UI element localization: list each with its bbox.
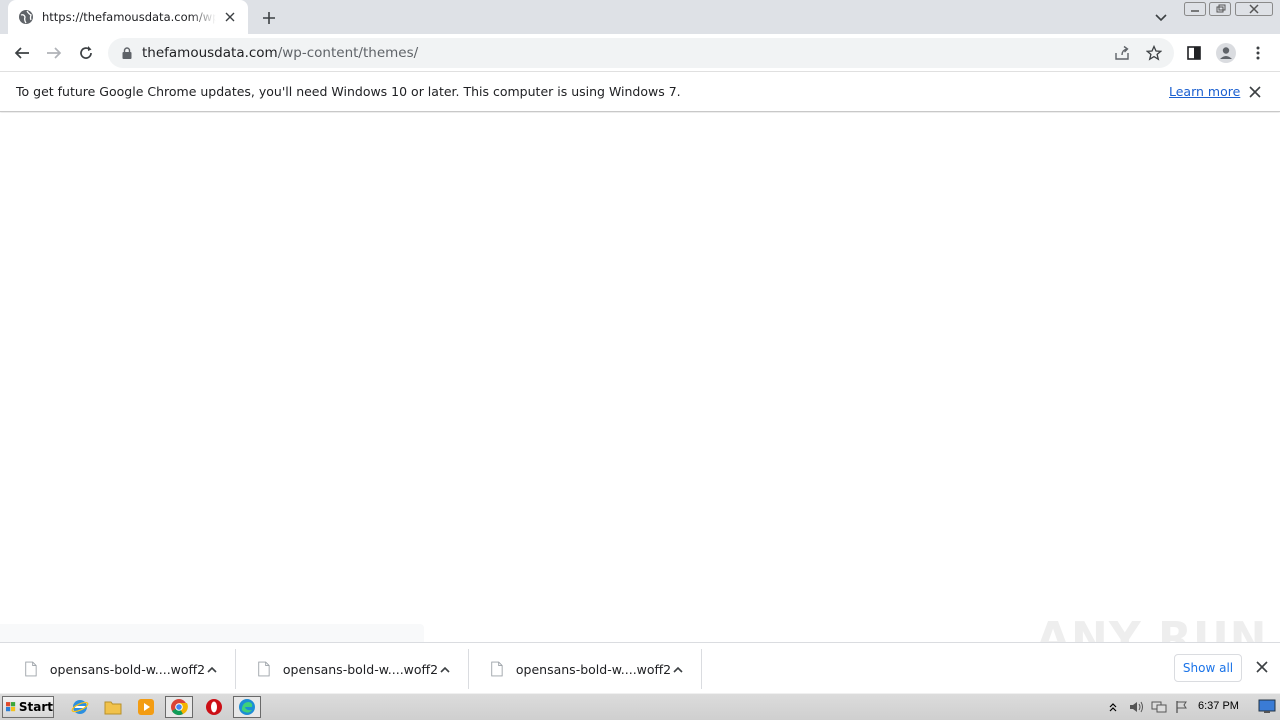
download-item[interactable]: opensans-bold-w....woff2 bbox=[470, 649, 702, 689]
download-item[interactable]: opensans-bold-w....woff2 bbox=[4, 649, 236, 689]
download-filename: opensans-bold-w....woff2 bbox=[282, 661, 439, 677]
address-bar[interactable]: thefamousdata.com/wp-content/themes/ bbox=[108, 38, 1174, 68]
window-close-button[interactable] bbox=[1234, 0, 1274, 18]
download-item[interactable]: opensans-bold-w....woff2 bbox=[237, 649, 469, 689]
opera-icon[interactable] bbox=[200, 696, 228, 718]
window-minimize-button[interactable] bbox=[1183, 0, 1207, 18]
chevron-up-icon[interactable] bbox=[438, 661, 452, 677]
back-button[interactable] bbox=[7, 38, 37, 68]
side-panel-icon[interactable] bbox=[1179, 38, 1209, 68]
browser-toolbar: thefamousdata.com/wp-content/themes/ bbox=[0, 34, 1280, 72]
show-desktop-icon[interactable] bbox=[1258, 698, 1276, 714]
chevron-up-icon[interactable] bbox=[671, 661, 685, 677]
action-center-flag-icon[interactable] bbox=[1173, 699, 1191, 715]
page-content bbox=[0, 113, 1280, 642]
update-infobar: To get future Google Chrome updates, you… bbox=[0, 72, 1280, 112]
tab-strip: https://thefamousdata.com/wp-content/the… bbox=[0, 0, 1280, 34]
internet-explorer-icon[interactable] bbox=[66, 696, 94, 718]
download-filename: opensans-bold-w....woff2 bbox=[515, 661, 672, 677]
file-icon bbox=[25, 661, 37, 677]
file-icon bbox=[491, 661, 503, 677]
tab-title: https://thefamousdata.com/wp-content/the… bbox=[42, 10, 216, 24]
bookmark-star-icon[interactable] bbox=[1142, 41, 1166, 65]
start-label: Start bbox=[18, 700, 53, 714]
download-filename: opensans-bold-w....woff2 bbox=[49, 661, 206, 677]
show-hidden-icons-icon[interactable] bbox=[1104, 699, 1122, 715]
show-all-button[interactable]: Show all bbox=[1174, 654, 1242, 682]
lock-icon[interactable] bbox=[120, 46, 134, 60]
chevron-up-icon[interactable] bbox=[205, 661, 219, 677]
menu-kebab-icon[interactable] bbox=[1243, 38, 1273, 68]
infobar-message: To get future Google Chrome updates, you… bbox=[16, 84, 681, 99]
window-restore-button[interactable] bbox=[1208, 0, 1232, 18]
globe-icon bbox=[19, 10, 33, 24]
infobar-close-icon[interactable] bbox=[1247, 84, 1263, 100]
learn-more-link[interactable]: Learn more bbox=[1169, 84, 1240, 99]
status-bubble bbox=[0, 624, 424, 642]
reload-button[interactable] bbox=[71, 38, 101, 68]
edge-icon[interactable] bbox=[233, 696, 261, 718]
tab-active[interactable]: https://thefamousdata.com/wp-content/the… bbox=[8, 0, 248, 34]
tab-search-chevron-down-icon[interactable] bbox=[1150, 7, 1172, 29]
forward-button[interactable] bbox=[39, 38, 69, 68]
chrome-icon[interactable] bbox=[165, 696, 193, 718]
file-explorer-icon[interactable] bbox=[99, 696, 127, 718]
file-icon bbox=[258, 661, 270, 677]
windows-logo-icon bbox=[6, 702, 16, 712]
volume-icon[interactable] bbox=[1127, 699, 1145, 715]
url-host: thefamousdata.com bbox=[142, 45, 278, 61]
profile-avatar-icon[interactable] bbox=[1211, 38, 1241, 68]
start-button[interactable]: Start bbox=[2, 696, 54, 718]
download-shelf-close-icon[interactable] bbox=[1254, 659, 1270, 675]
tab-close-icon[interactable] bbox=[222, 9, 238, 25]
new-tab-button[interactable] bbox=[258, 7, 280, 29]
url-path: /wp-content/themes/ bbox=[277, 45, 419, 61]
share-icon[interactable] bbox=[1110, 41, 1134, 65]
media-player-icon[interactable] bbox=[132, 696, 160, 718]
windows-taskbar: Start 6:37 PM bbox=[0, 693, 1280, 720]
network-icon[interactable] bbox=[1150, 699, 1168, 715]
taskbar-clock[interactable]: 6:37 PM bbox=[1198, 700, 1239, 712]
download-shelf: opensans-bold-w....woff2 opensans-bold-w… bbox=[0, 642, 1280, 692]
